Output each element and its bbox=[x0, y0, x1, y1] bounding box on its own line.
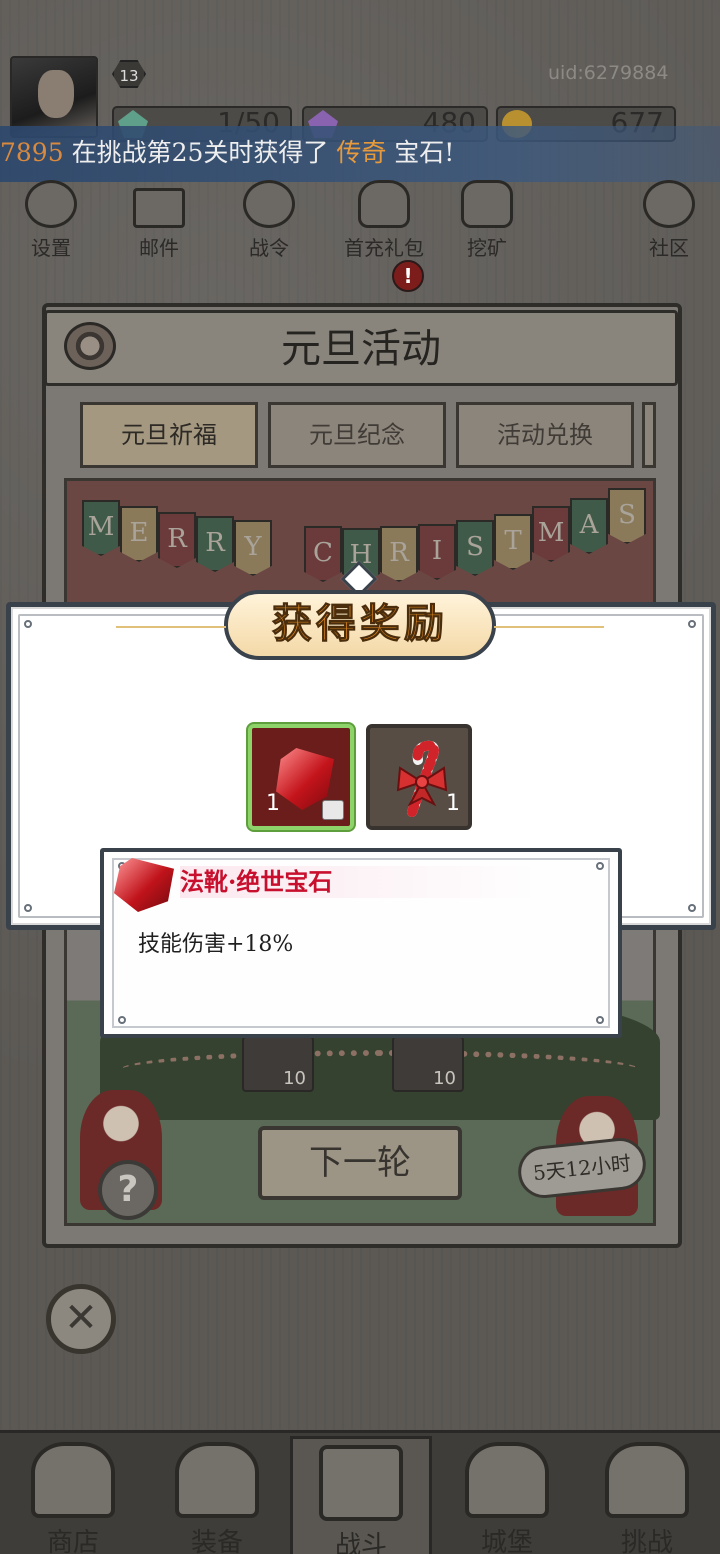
banner-flag: R bbox=[196, 516, 234, 572]
banner-flag: R bbox=[380, 526, 418, 582]
settings-label: 设置 bbox=[31, 236, 71, 260]
alert-badge: ! bbox=[392, 260, 424, 292]
reward-slot-candy[interactable]: 1 bbox=[366, 724, 472, 830]
tab-event-exchange[interactable]: 活动兑换 bbox=[456, 402, 634, 468]
community-label: 社区 bbox=[649, 236, 689, 260]
broadcast-text-end: 宝石! bbox=[386, 138, 455, 167]
player-uid: uid:6279884 bbox=[548, 62, 669, 84]
backpack-icon bbox=[175, 1442, 259, 1518]
nav-castle[interactable]: 城堡 bbox=[442, 1436, 572, 1554]
reward-count: 1 bbox=[446, 791, 460, 816]
gift-box-item[interactable]: 10 bbox=[242, 1036, 314, 1092]
banner-flag: R bbox=[158, 512, 196, 568]
rivet-icon bbox=[118, 1016, 126, 1024]
reward-title: 获得奖励 bbox=[116, 590, 604, 660]
banner-flag: Y bbox=[234, 520, 272, 576]
mining-button[interactable]: 挖矿 bbox=[442, 180, 532, 261]
nav-shop-label: 商店 bbox=[46, 1528, 99, 1554]
battle-pass-label: 战令 bbox=[249, 236, 289, 260]
nav-challenge-label: 挑战 bbox=[620, 1528, 673, 1554]
nav-equipment-label: 装备 bbox=[190, 1528, 243, 1554]
banner-flag: A bbox=[570, 498, 608, 554]
community-button[interactable]: 社区 bbox=[624, 180, 714, 261]
mining-label: 挖矿 bbox=[467, 236, 507, 260]
rivet-icon bbox=[688, 904, 696, 912]
tree-garland bbox=[120, 1050, 640, 1090]
reward-count: 1 bbox=[266, 791, 280, 816]
banner-flag: S bbox=[456, 520, 494, 576]
nav-battle[interactable]: 战斗 bbox=[290, 1436, 432, 1554]
item-description: 技能伤害+18% bbox=[138, 932, 294, 957]
close-button[interactable]: ✕ bbox=[46, 1284, 116, 1354]
crossed-swords-icon bbox=[319, 1445, 403, 1521]
help-button[interactable]: ? bbox=[98, 1160, 158, 1220]
broadcast-highlight: 传奇 bbox=[336, 138, 387, 167]
gift-bag-icon bbox=[358, 180, 410, 228]
reward-slot-gem[interactable]: 1 bbox=[248, 724, 354, 830]
next-round-button[interactable]: 下一轮 bbox=[258, 1126, 462, 1200]
boot-icon bbox=[322, 800, 344, 820]
mail-label: 邮件 bbox=[139, 236, 179, 260]
rivet-icon bbox=[596, 862, 604, 870]
rivet-icon bbox=[688, 620, 696, 628]
gear-icon bbox=[25, 180, 77, 228]
challenge-shield-icon bbox=[605, 1442, 689, 1518]
castle-icon bbox=[465, 1442, 549, 1518]
first-recharge-button[interactable]: 首充礼包 bbox=[334, 180, 434, 261]
broadcast-marquee: 7895 在挑战第25关时获得了 传奇 宝石! bbox=[0, 126, 720, 182]
rivet-icon bbox=[24, 620, 32, 628]
first-recharge-label: 首充礼包 bbox=[344, 236, 424, 260]
tab-new-year-memorial[interactable]: 元旦纪念 bbox=[268, 402, 446, 468]
event-title: 元旦活动 bbox=[44, 310, 678, 386]
rivet-icon bbox=[596, 1016, 604, 1024]
battle-pass-button[interactable]: 战令 bbox=[224, 180, 314, 261]
banner-flag: C bbox=[304, 526, 342, 582]
banner-flag: S bbox=[608, 488, 646, 544]
shop-icon bbox=[31, 1442, 115, 1518]
item-name: 法靴·绝世宝石 bbox=[180, 866, 540, 898]
merry-christmas-banner: M E R R Y C H R I S T M A S bbox=[62, 480, 662, 584]
event-emblem-icon bbox=[64, 322, 116, 370]
broadcast-player-id: 7895 bbox=[0, 138, 64, 167]
broadcast-text: 在挑战第25关时获得了 bbox=[63, 138, 337, 167]
nav-shop[interactable]: 商店 bbox=[8, 1436, 138, 1554]
nav-challenge[interactable]: 挑战 bbox=[582, 1436, 712, 1554]
banner-flag: M bbox=[532, 506, 570, 562]
nav-equipment[interactable]: 装备 bbox=[152, 1436, 282, 1554]
tab-overflow[interactable] bbox=[642, 402, 656, 468]
rivet-icon bbox=[24, 904, 32, 912]
nav-castle-label: 城堡 bbox=[480, 1528, 533, 1554]
battle-pass-icon bbox=[243, 180, 295, 228]
settings-button[interactable]: 设置 bbox=[6, 180, 96, 261]
mail-icon bbox=[133, 188, 185, 228]
banner-flag: M bbox=[82, 500, 120, 556]
banner-flag: I bbox=[418, 524, 456, 580]
banner-flag: T bbox=[494, 514, 532, 570]
mail-button[interactable]: 邮件 bbox=[114, 180, 204, 261]
mining-icon bbox=[461, 180, 513, 228]
banner-flag: E bbox=[120, 506, 158, 562]
home-icon bbox=[643, 180, 695, 228]
tab-new-year-blessing[interactable]: 元旦祈福 bbox=[80, 402, 258, 468]
gift-box-item[interactable]: 10 bbox=[392, 1036, 464, 1092]
nav-battle-label: 战斗 bbox=[334, 1531, 387, 1554]
